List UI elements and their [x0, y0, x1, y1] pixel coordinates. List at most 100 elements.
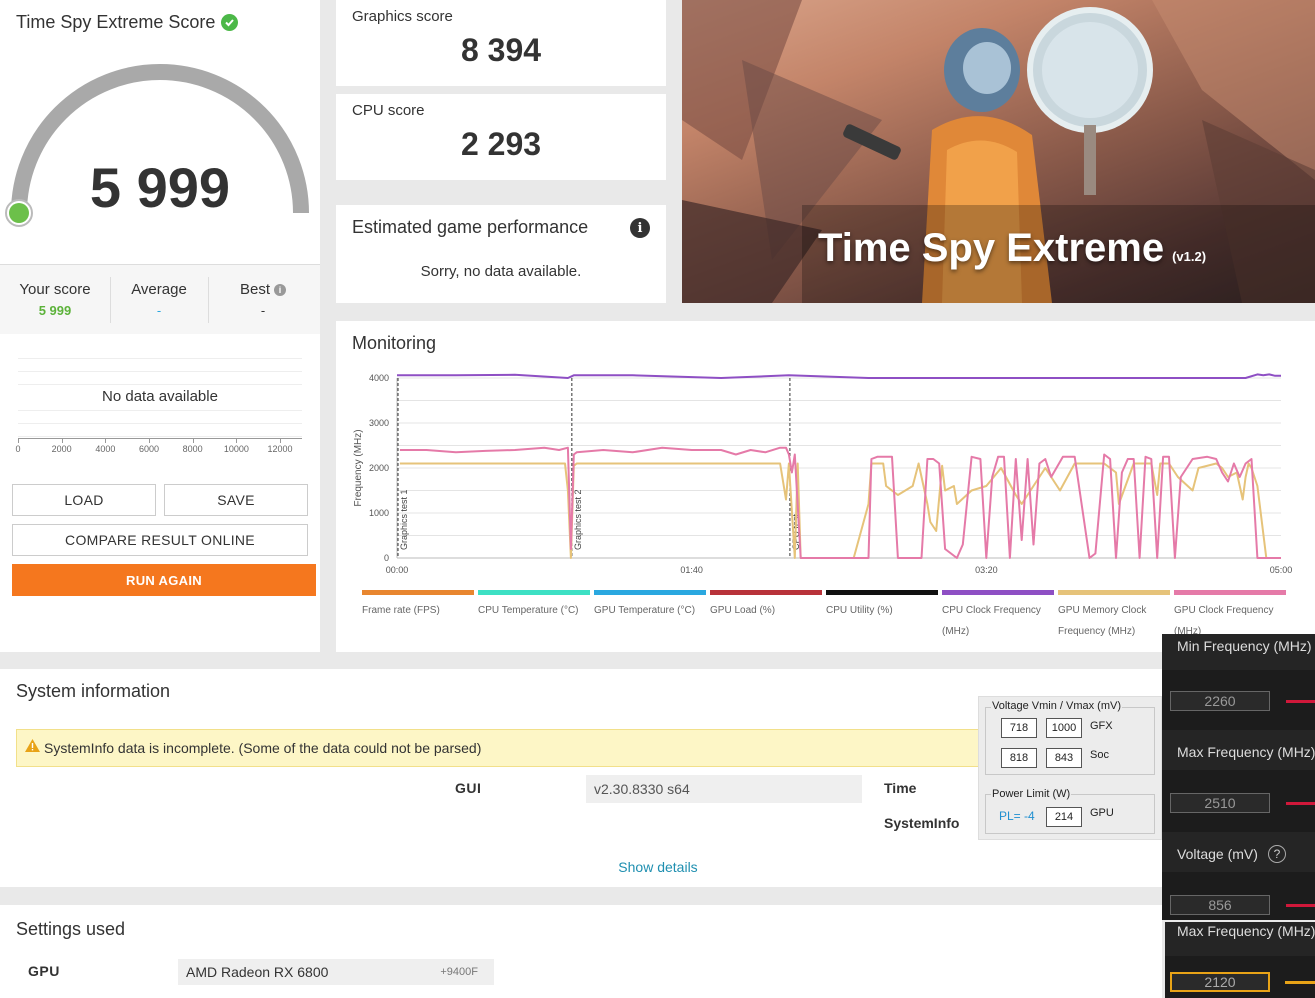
banner-title: Time Spy Extreme (v1.2) — [818, 226, 1206, 271]
y-axis-label: Frequency (MHz) — [353, 429, 364, 506]
banner-version: (v1.2) — [1172, 249, 1207, 264]
memory-max-frequency-label: Max Frequency (MHz) — [1177, 923, 1315, 939]
distribution-axis — [18, 438, 302, 439]
settings-title: Settings used — [16, 919, 126, 939]
gui-label: GUI — [455, 780, 482, 796]
your-score-label: Your score — [19, 281, 91, 298]
distribution-tick-mark — [105, 438, 107, 443]
score-card: Time Spy Extreme Score 5 999 Your score … — [0, 0, 320, 652]
check-icon — [221, 14, 239, 31]
legend-swatch — [1058, 590, 1170, 595]
legend-label: Frame rate (FPS) — [362, 605, 440, 616]
load-button[interactable]: LOAD — [12, 484, 156, 516]
power-limit-offset: PL= -4 — [999, 809, 1035, 823]
y-tick-label: 4000 — [369, 373, 389, 383]
legend-swatch — [1174, 590, 1286, 595]
benchmark-banner: Time Spy Extreme (v1.2) — [682, 0, 1315, 303]
run-again-button[interactable]: RUN AGAIN — [12, 564, 316, 596]
y-tick-label: 2000 — [369, 463, 389, 473]
soc-vmin-input[interactable]: 818 — [1001, 748, 1037, 768]
score-title: Time Spy Extreme Score — [16, 12, 239, 33]
distribution-tick-label: 0 — [15, 444, 21, 454]
max-frequency-label: Max Frequency (MHz) — [1177, 744, 1315, 760]
soc-vmax-input[interactable]: 843 — [1046, 748, 1082, 768]
gfx-vmax-input[interactable]: 1000 — [1046, 718, 1082, 738]
legend-item[interactable]: GPU Temperature (°C) — [594, 590, 706, 621]
power-limit-input[interactable]: 214 — [1046, 807, 1082, 827]
legend-item[interactable]: GPU Load (%) — [710, 590, 822, 621]
test-marker-label: Graphics test 2 — [573, 489, 583, 550]
warning-text: SystemInfo data is incomplete. (Some of … — [44, 740, 482, 756]
distribution-tick-mark — [280, 438, 281, 443]
voltage-slider[interactable] — [1286, 904, 1315, 907]
cpu-score-value: 2 293 — [460, 126, 542, 162]
distribution-tick-label: 2000 — [51, 444, 72, 454]
score-value: 5 999 — [89, 156, 231, 219]
monitoring-title: Monitoring — [352, 333, 437, 353]
min-frequency-input[interactable]: 2260 — [1170, 691, 1270, 711]
gpu-name: AMD Radeon RX 6800 — [186, 964, 329, 980]
settings-card: Settings used GPU AMD Radeon RX 6800 +94… — [0, 905, 1162, 998]
voltage-label-text: Voltage (mV) — [1177, 846, 1258, 862]
graphics-score-card: Graphics score 8 394 — [336, 0, 666, 86]
distribution-tick-mark — [61, 438, 63, 443]
distribution-tick-label: 10000 — [223, 444, 249, 454]
sysinfo-warning: SystemInfo data is incomplete. (Some of … — [16, 729, 986, 767]
power-title: Power Limit (W) — [991, 788, 1072, 800]
y-tick-label: 0 — [384, 553, 389, 563]
monitoring-chart: 0 1000 2000 3000 4000 00:00 01:40 03:20 05:00 Fre… — [353, 373, 1292, 575]
legend-item[interactable]: CPU Utility (%) — [826, 590, 938, 621]
distribution-tick-mark — [236, 438, 238, 443]
legend-item[interactable]: CPU Clock Frequency (MHz) — [942, 590, 1054, 642]
y-tick-label: 1000 — [369, 508, 389, 518]
voltage-input[interactable]: 856 — [1170, 895, 1270, 915]
save-button[interactable]: SAVE — [164, 484, 308, 516]
series-line — [397, 373, 1281, 379]
distribution-tick-mark — [192, 438, 194, 443]
compare-online-button[interactable]: COMPARE RESULT ONLINE — [12, 524, 308, 556]
max-frequency-input[interactable]: 2510 — [1170, 793, 1270, 813]
legend-swatch — [942, 590, 1054, 595]
graphics-score-value: 8 394 — [460, 32, 542, 68]
show-details-link[interactable]: Show details — [0, 859, 1315, 875]
gfx-vmin-input[interactable]: 718 — [1001, 718, 1037, 738]
systeminfo-label: SystemInfo — [884, 815, 960, 831]
y-tick-label: 3000 — [369, 418, 389, 428]
settings-gpu-label: GPU — [28, 963, 60, 979]
voltage-title: Voltage Vmin / Vmax (mV) — [991, 700, 1122, 712]
legend-label: CPU Clock Frequency (MHz) — [942, 605, 1041, 637]
legend-label: GPU Load (%) — [710, 605, 776, 616]
best-value: - — [260, 303, 266, 318]
info-icon[interactable]: i — [274, 283, 286, 296]
time-label: Time — [884, 780, 917, 796]
legend-item[interactable]: GPU Memory Clock Frequency (MHz) — [1058, 590, 1170, 642]
settings-gpu-value: AMD Radeon RX 6800 +9400F — [178, 959, 494, 985]
legend-item[interactable]: Frame rate (FPS) — [362, 590, 474, 621]
legend-swatch — [710, 590, 822, 595]
info-icon[interactable]: i — [630, 218, 650, 238]
average-value: - — [156, 303, 162, 318]
distribution-tick-mark — [18, 438, 19, 443]
x-tick-label: 00:00 — [386, 565, 409, 575]
legend-item[interactable]: CPU Temperature (°C) — [478, 590, 590, 621]
score-title-text: Time Spy Extreme Score — [16, 12, 216, 32]
score-compare-row: Your score 5 999 Average - Best i - — [0, 264, 320, 334]
memory-max-frequency-input[interactable]: 2120 — [1170, 972, 1270, 992]
x-tick-label: 01:40 — [680, 565, 703, 575]
your-score-value: 5 999 — [38, 303, 72, 318]
legend-label: CPU Temperature (°C) — [478, 605, 579, 616]
cpu-score-label: CPU score — [352, 102, 425, 119]
help-icon[interactable]: ? — [1267, 845, 1286, 863]
min-frequency-label: Min Frequency (MHz) — [1177, 638, 1312, 654]
legend-swatch — [478, 590, 590, 595]
score-distribution: No data available — [18, 346, 302, 438]
legend-swatch — [594, 590, 706, 595]
max-frequency-slider[interactable] — [1286, 802, 1315, 805]
monitoring-card: Monitoring 0 1000 2000 3000 4000 00:00 01:40 03… — [336, 321, 1315, 652]
min-frequency-slider[interactable] — [1286, 700, 1315, 703]
cpu-score-card: CPU score 2 293 — [336, 94, 666, 180]
warning-icon — [25, 739, 40, 757]
memory-max-frequency-slider[interactable] — [1285, 981, 1315, 984]
game-performance-card: Estimated game performance i Sorry, no d… — [336, 205, 666, 303]
no-data-text: No data available — [18, 388, 302, 405]
